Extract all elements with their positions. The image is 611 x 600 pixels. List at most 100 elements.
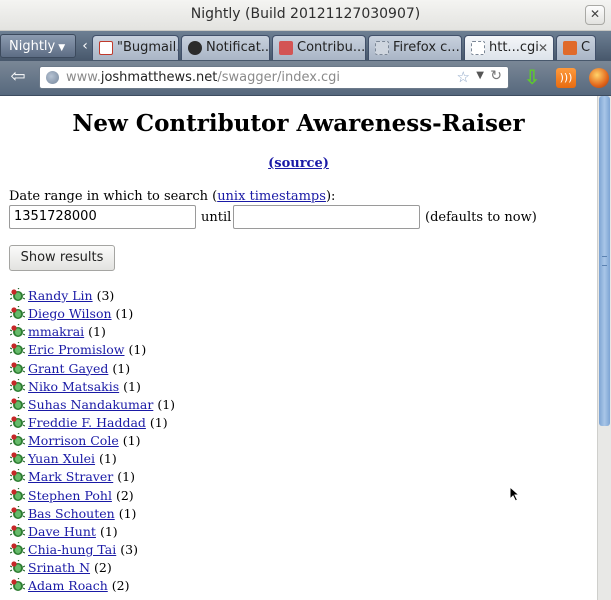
app-menu-label: Nightly — [9, 39, 56, 54]
scroll-thumb[interactable] — [599, 96, 610, 426]
bug-icon — [10, 578, 25, 592]
contributor-link[interactable]: Diego Wilson — [28, 306, 112, 321]
defaults-note: (defaults to now) — [425, 210, 537, 225]
list-item: Bas Schouten (1) — [10, 505, 175, 524]
tab-partial[interactable]: C — [556, 35, 596, 60]
contribution-count: (3) — [120, 541, 138, 557]
chevron-down-icon[interactable]: ▼ — [476, 70, 484, 81]
app-menu-button[interactable]: Nightly ▼ — [0, 34, 76, 58]
bug-icon — [10, 541, 25, 555]
contributor-link[interactable]: Morrison Cole — [28, 433, 119, 448]
bug-icon — [10, 396, 25, 410]
contributor-link[interactable]: mmakrai — [28, 324, 84, 339]
list-item: Grant Gayed (1) — [10, 360, 175, 379]
unix-timestamps-link[interactable]: unix timestamps — [217, 189, 326, 204]
tab-strip: Nightly▼ ‹ "Bugmail... Notificat... Cont… — [0, 31, 611, 61]
contribution-count: (1) — [122, 433, 141, 449]
url-domain: joshmatthews.net — [100, 70, 218, 85]
list-item: Eric Promislow (1) — [10, 342, 175, 360]
results-list: Randy Lin (3) Diego Wilson (1) mmakrai (1) Eri… — [10, 288, 175, 596]
list-item: Yuan Xulei (1) — [10, 451, 175, 469]
contributor-link[interactable]: Dave Hunt — [28, 524, 96, 539]
end-timestamp-input[interactable] — [233, 205, 420, 229]
tab-label: htt...cgi — [489, 40, 539, 55]
contribution-count: (1) — [99, 523, 118, 539]
download-arrow-icon[interactable]: ⇩ — [522, 67, 542, 88]
contributor-link[interactable]: Grant Gayed — [28, 361, 108, 376]
contributor-link[interactable]: Niko Matsakis — [28, 379, 119, 394]
contributor-link[interactable]: Eric Promislow — [28, 342, 124, 357]
bug-icon — [10, 560, 25, 574]
tab-contribute[interactable]: Contribu... — [272, 35, 366, 60]
contributor-link[interactable]: Srinath N — [28, 560, 90, 575]
tab-bugmail[interactable]: "Bugmail... — [92, 35, 179, 60]
bookmark-star-icon[interactable]: ☆ — [457, 68, 470, 86]
source-link[interactable]: (source) — [268, 156, 329, 171]
globe-icon — [46, 71, 59, 84]
contribution-count: (2) — [111, 578, 130, 594]
page-icon — [471, 41, 485, 55]
bug-icon — [10, 505, 25, 519]
contribution-count: (1) — [128, 342, 147, 358]
contributor-link[interactable]: Bas Schouten — [28, 506, 115, 521]
contribution-count: (1) — [99, 451, 117, 467]
bug-icon — [10, 523, 25, 537]
mouse-cursor-icon — [509, 486, 521, 502]
list-item: Niko Matsakis (1) — [10, 378, 175, 397]
contribution-count: (1) — [149, 414, 168, 430]
firefox-icon[interactable] — [589, 68, 609, 88]
contributor-link[interactable]: Freddie F. Haddad — [28, 415, 146, 430]
contribution-count: (1) — [157, 396, 176, 412]
contributor-link[interactable]: Stephen Pohl — [28, 488, 112, 503]
window-titlebar: Nightly (Build 20121127030907) ✕ — [0, 0, 611, 31]
page-title: New Contributor Awareness-Raiser — [72, 110, 525, 137]
list-item: Stephen Pohl (2) — [10, 487, 175, 506]
until-label: until — [201, 210, 232, 225]
tab-scroll-left-icon[interactable]: ‹ — [78, 36, 92, 56]
contributor-link[interactable]: Randy Lin — [28, 288, 93, 303]
list-item: Chia-hung Tai (3) — [10, 541, 175, 560]
url-bar[interactable]: www.joshmatthews.net/swagger/index.cgi ☆… — [39, 66, 509, 89]
contributor-link[interactable]: Chia-hung Tai — [28, 542, 116, 557]
contributor-link[interactable]: Suhas Nandakumar — [28, 397, 153, 412]
bug-icon — [10, 487, 25, 501]
contributor-link[interactable]: Mark Straver — [28, 469, 113, 484]
reload-icon[interactable]: ↻ — [490, 68, 502, 84]
tab-close-icon[interactable]: ✕ — [538, 36, 548, 60]
list-item: Morrison Cole (1) — [10, 433, 175, 451]
window-close-button[interactable]: ✕ — [585, 5, 605, 25]
bug-icon — [10, 324, 25, 338]
contribution-count: (1) — [117, 469, 135, 485]
url-text: www.joshmatthews.net/swagger/index.cgi — [66, 70, 341, 85]
bug-icon — [10, 378, 25, 392]
tab-firefox[interactable]: Firefox c... — [368, 35, 462, 60]
list-item: Mark Straver (1) — [10, 469, 175, 487]
back-button[interactable]: ⇦ — [4, 66, 32, 90]
start-timestamp-input[interactable]: 1351728000 — [9, 205, 196, 229]
contribution-count: (1) — [115, 306, 134, 322]
page-content: New Contributor Awareness-Raiser (source… — [0, 96, 597, 600]
bugzilla-icon — [279, 41, 293, 55]
bug-icon — [10, 342, 25, 356]
tab-notifications[interactable]: Notificat... — [181, 35, 270, 60]
list-item: Suhas Nandakumar (1) — [10, 396, 176, 415]
contribution-count: (1) — [112, 360, 131, 376]
page-scrollbar[interactable] — [597, 96, 611, 600]
bug-icon — [10, 433, 25, 447]
tab-label: Contribu... — [297, 40, 366, 55]
list-item: mmakrai (1) — [10, 324, 175, 342]
tab-current[interactable]: htt...cgi ✕ — [464, 35, 554, 60]
contributor-link[interactable]: Yuan Xulei — [28, 451, 95, 466]
contribution-count: (2) — [115, 487, 134, 503]
bug-icon — [10, 288, 25, 301]
back-arrow-icon: ⇦ — [10, 66, 26, 87]
tab-label: Notificat... — [206, 40, 270, 55]
rss-icon[interactable]: ))) — [556, 68, 576, 88]
contribution-count: (1) — [118, 505, 137, 521]
bug-icon — [10, 451, 25, 465]
navigation-toolbar: ⇦ www.joshmatthews.net/swagger/index.cgi… — [0, 61, 611, 96]
list-item: Srinath N (2) — [10, 560, 175, 578]
contributor-link[interactable]: Adam Roach — [28, 578, 108, 593]
contribution-count: (2) — [94, 560, 112, 576]
show-results-button[interactable]: Show results — [9, 245, 115, 271]
